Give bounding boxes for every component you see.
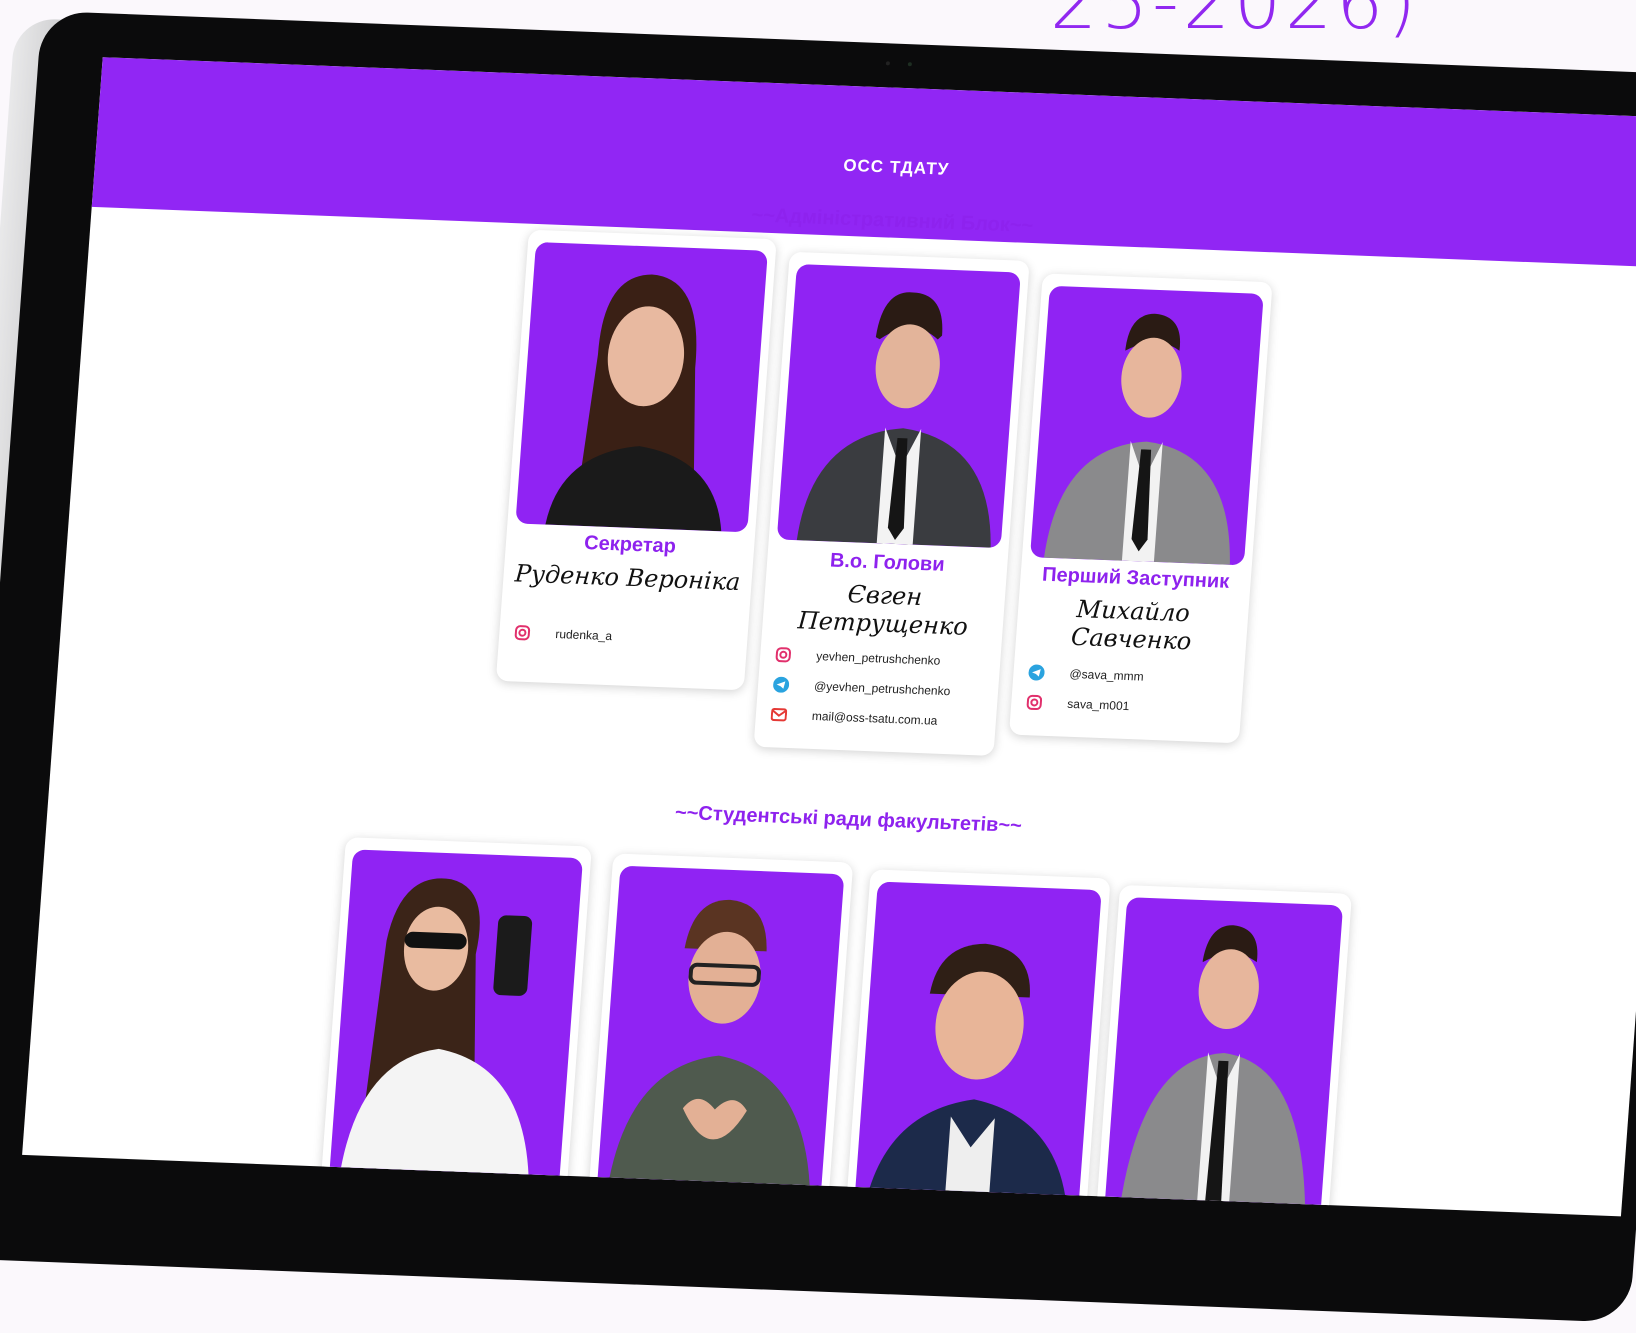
member-name-signature: Євген Петрущенко: [796, 580, 969, 641]
person-silhouette: [796, 292, 991, 548]
mail-icon: [769, 705, 788, 724]
monitor-mockup: ОСС ТДАТУ ~~Адміністративний Блок~~ Секр…: [0, 10, 1636, 1333]
contact-text: rudenka_a: [554, 627, 613, 644]
instagram-icon: [1025, 693, 1044, 712]
contact-text: sava_m001: [1066, 696, 1130, 714]
member-card-secretary: Секретар Руденко Вероніка rudenka_a: [495, 229, 777, 691]
person-silhouette: [1043, 313, 1230, 565]
contact-row-mail[interactable]: mail@oss-tsatu.com.ua: [769, 703, 986, 733]
contact-text: mail@oss-tsatu.com.ua: [811, 708, 938, 728]
telegram-icon: [771, 675, 790, 694]
person-silhouette: [545, 274, 722, 532]
contact-row-instagram[interactable]: sava_m001: [1025, 691, 1232, 721]
website-screen: ОСС ТДАТУ ~~Адміністративний Блок~~ Секр…: [22, 57, 1636, 1217]
faculty-photo: [328, 849, 584, 1188]
member-card-deputy: Перший Заступник Михайло Савченко @sava_…: [1008, 273, 1273, 744]
person-silhouette: [863, 943, 1068, 1217]
faculty-card: [587, 853, 854, 1217]
camera-led: [907, 62, 913, 67]
member-role: Перший Заступник: [1041, 563, 1231, 593]
faculty-card: [319, 837, 592, 1206]
contact-row-telegram[interactable]: @yevhen_petrushchenko: [771, 673, 988, 703]
person-silhouette: [1117, 925, 1306, 1217]
instagram-icon: [513, 623, 532, 642]
contact-row-telegram[interactable]: @sava_mmm: [1027, 661, 1234, 691]
faculty-card: [1093, 884, 1353, 1217]
member-card-head: В.о. Голови Євген Петрущенко yevhen_petr…: [753, 251, 1030, 756]
faculties-section-title: ~~Студентські ради факультетів~~: [674, 801, 1023, 838]
contact-text: @yevhen_petrushchenko: [813, 678, 951, 699]
person-silhouette: [606, 899, 811, 1204]
member-name-signature: Михайло Савченко: [1070, 595, 1193, 656]
contact-row-instagram[interactable]: rudenka_a: [513, 621, 738, 652]
monitor-bezel: ОСС ТДАТУ ~~Адміністративний Блок~~ Секр…: [0, 10, 1636, 1323]
faculty-photo: [1103, 897, 1344, 1217]
faculty-photo: [853, 881, 1102, 1217]
faculty-card: [844, 869, 1111, 1217]
faculty-photo: [596, 865, 845, 1204]
contact-text: @sava_mmm: [1069, 666, 1145, 684]
banner-caption: 25-2026): [1050, 0, 1421, 46]
contact-text: yevhen_petrushchenko: [815, 649, 941, 668]
telegram-icon: [1027, 663, 1046, 682]
member-role: Секретар: [583, 532, 677, 558]
instagram-icon: [774, 645, 793, 664]
member-photo: [515, 241, 768, 533]
member-name-signature: Руденко Вероніка: [513, 559, 742, 597]
member-photo: [776, 264, 1021, 549]
member-photo: [1029, 285, 1264, 566]
person-silhouette: [338, 878, 533, 1187]
member-role: В.о. Голови: [829, 549, 946, 576]
camera-dot: [885, 61, 891, 66]
contact-row-instagram[interactable]: yevhen_petrushchenko: [774, 643, 991, 673]
